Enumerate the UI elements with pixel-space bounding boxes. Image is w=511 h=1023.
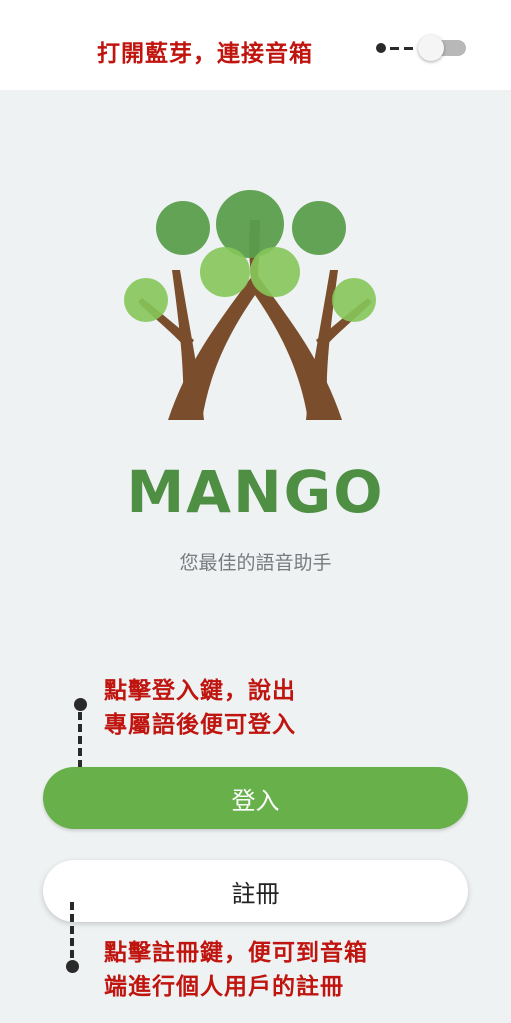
login-hint: 點擊登入鍵，說出 專屬語後便可登入 — [104, 674, 296, 742]
login-hint-line: 專屬語後便可登入 — [104, 712, 296, 738]
brand-tagline: 您最佳的語音助手 — [179, 552, 332, 574]
callout-dot — [66, 960, 79, 973]
register-hint-line: 點擊註冊鍵，便可到音箱 — [104, 940, 368, 966]
register-hint-line: 端進行個人用戶的註冊 — [104, 974, 344, 1000]
callout-dash — [390, 47, 399, 50]
brand-wordmark: MANGO — [126, 458, 385, 526]
register-hint: 點擊註冊鍵，便可到音箱 端進行個人用戶的註冊 — [104, 936, 368, 1004]
register-button[interactable]: 註冊 — [43, 860, 468, 922]
login-button[interactable]: 登入 — [43, 767, 468, 829]
callout-dot — [74, 698, 87, 711]
callout-line — [78, 712, 86, 768]
register-button-label: 註冊 — [231, 879, 280, 908]
callout-dash — [404, 47, 413, 50]
callout-line — [70, 902, 78, 958]
tree-logo-icon — [124, 190, 376, 420]
bluetooth-hint: 打開藍芽，連接音箱 — [97, 41, 313, 67]
login-hint-line: 點擊登入鍵，說出 — [104, 678, 296, 704]
toggle-knob — [418, 35, 444, 61]
callout-dot — [376, 43, 386, 53]
bluetooth-toggle[interactable] — [376, 34, 476, 62]
login-screen: 打開藍芽，連接音箱 MANGO 您最佳的語音助手 點擊登入鍵，說出 專屬語後便可… — [0, 0, 511, 1023]
login-button-label: 登入 — [231, 786, 280, 815]
